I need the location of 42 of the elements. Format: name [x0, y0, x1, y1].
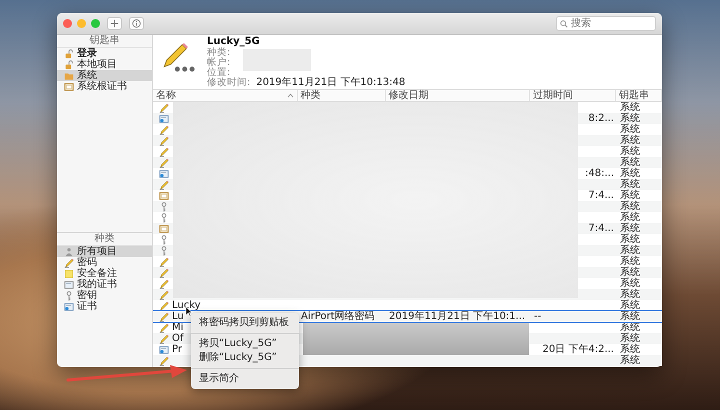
table-cell: 系统	[620, 135, 640, 146]
table-cell: 系统	[620, 124, 640, 135]
section-header: 钥匙串	[57, 35, 152, 48]
table-cell: 系统	[620, 157, 640, 168]
table-cell: 系统	[620, 278, 640, 289]
table-cell: 8:2...	[588, 113, 614, 124]
table-cell: :48:...	[585, 168, 614, 179]
table-cell: 2019年11月21日 下午10:1...	[389, 311, 526, 322]
table-cell: 系统	[620, 245, 640, 256]
table-cell: 20日 下午4:2...	[542, 344, 614, 355]
table-cell: 7:4...	[588, 190, 614, 201]
table-cell: 7:4...	[588, 223, 614, 234]
table-cell: 系统	[620, 300, 640, 311]
item-title: Lucky_5G	[207, 36, 261, 47]
field-label: 帐户:	[207, 58, 230, 68]
table-cell: Lu	[172, 311, 184, 322]
table-cell: 系统	[620, 344, 640, 355]
field-label: 位置:	[207, 68, 230, 78]
table-cell: Mi	[172, 322, 184, 333]
table-cell: 系统	[620, 212, 640, 223]
table-cell: 系统	[620, 289, 640, 300]
table-cell: AirPort网络密码	[301, 311, 375, 322]
table-cell: --	[534, 311, 542, 322]
table-cell: 系统	[620, 168, 640, 179]
table-cell: 系统	[620, 190, 640, 201]
field-label: 修改时间:	[207, 78, 250, 88]
table-cell: 系统	[620, 146, 640, 157]
table-cell: 系统	[620, 267, 640, 278]
table-cell: 系统	[620, 113, 640, 124]
table-cell: 系统	[620, 333, 640, 344]
table-cell: Pr	[172, 344, 182, 355]
field-value: 2019年11月21日 下午10:13:48	[256, 78, 406, 88]
table-cell: 系统	[620, 311, 640, 322]
table-cell: 系统	[620, 256, 640, 267]
table-cell: 系统	[620, 179, 640, 190]
table-cell: Lucky	[172, 300, 201, 311]
table-cell: 系统	[620, 223, 640, 234]
field-label: 种类:	[207, 48, 230, 58]
table-cell: 系统	[620, 234, 640, 245]
table-cell: 系统	[620, 201, 640, 212]
table-cell: Of	[172, 333, 184, 344]
table-cell: 系统	[620, 355, 640, 366]
